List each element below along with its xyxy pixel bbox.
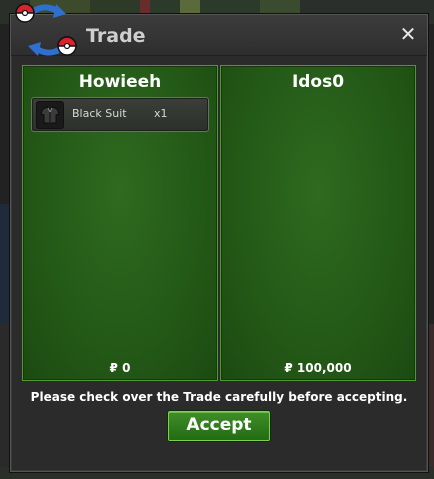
trade-panel-self: Howieeh Black Suit x1 ₽ 0 [22,65,218,381]
trade-panel-partner: Idos0 ₽ 100,000 [220,65,416,381]
item-quantity: x1 [154,107,168,120]
trade-notice: Please check over the Trade carefully be… [30,390,408,404]
player-name: Idos0 [291,72,345,92]
money-offer: ₽ 100,000 [284,361,352,375]
item-name: Black Suit [72,107,127,120]
black-suit-icon [36,101,64,129]
trade-window: Trade ✕ Howieeh Black Suit x1 ₽ 0 Idos0 … [10,14,428,472]
close-button[interactable]: ✕ [397,23,419,45]
window-title: Trade [86,25,146,47]
trade-swap-icon [12,0,82,62]
money-offer: ₽ 0 [109,361,131,375]
player-name: Howieeh [78,72,162,92]
accept-button[interactable]: Accept [168,411,270,441]
trade-item-row[interactable]: Black Suit x1 [31,97,209,132]
